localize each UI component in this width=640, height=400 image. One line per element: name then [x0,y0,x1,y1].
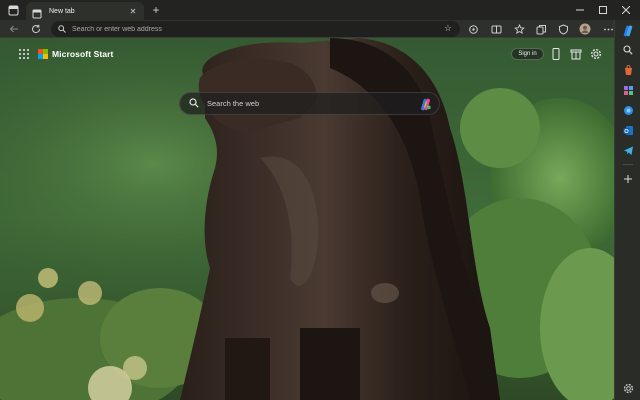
page-icon [32,6,42,19]
browser-essentials-icon[interactable] [557,23,569,35]
outlook-icon[interactable] [622,124,634,136]
maximize-button[interactable] [592,0,614,20]
copilot-icon[interactable] [621,24,635,38]
tab-new-tab[interactable]: New tab ✕ [26,2,144,20]
search-icon [58,20,66,38]
tab-actions-icon[interactable] [6,3,20,17]
address-input[interactable] [72,25,432,33]
settings-icon[interactable] [622,382,634,394]
search-icon [189,95,199,113]
start-header: Microsoft Start [18,47,113,61]
refresh-icon[interactable] [29,22,43,36]
gear-icon[interactable] [590,47,602,60]
sign-in-button[interactable]: Sign in [511,48,544,60]
refresh-icon[interactable] [467,23,479,35]
new-tab-page: Microsoft Start Sign in [0,38,614,400]
shopping-icon[interactable] [622,64,634,76]
tab-title: New tab [49,7,75,15]
web-search-input[interactable] [207,99,407,108]
split-screen-icon[interactable] [490,23,502,35]
add-icon[interactable] [622,173,634,185]
tools-icon[interactable] [622,84,634,96]
profile-icon[interactable] [579,23,591,35]
edge-sidebar [614,20,640,400]
close-icon[interactable]: ✕ [128,7,138,16]
favorites-icon[interactable] [513,23,525,35]
minimize-button[interactable] [569,0,591,20]
address-toolbar: ☆ [0,20,640,38]
plus-icon[interactable]: + [149,3,163,17]
address-bar[interactable]: ☆ [51,21,460,37]
star-icon[interactable]: ☆ [444,23,452,34]
more-icon[interactable] [602,23,614,35]
microsoft-logo-icon [38,49,48,59]
collections-icon[interactable] [535,23,547,35]
back-arrow-icon[interactable] [7,22,21,36]
edge-games-icon[interactable] [622,104,634,116]
tab-strip: New tab ✕ + [0,0,640,20]
app-launcher-icon[interactable] [18,48,30,60]
telegram-icon[interactable] [622,144,634,156]
sidebar-divider [623,164,633,165]
web-search-box[interactable] [179,92,440,115]
copilot-icon[interactable] [418,97,433,112]
rewards-icon[interactable] [570,47,582,60]
brand-name: Microsoft Start [52,49,114,59]
close-window-button[interactable] [615,0,637,20]
phone-icon[interactable] [550,47,562,60]
search-icon[interactable] [622,44,634,56]
